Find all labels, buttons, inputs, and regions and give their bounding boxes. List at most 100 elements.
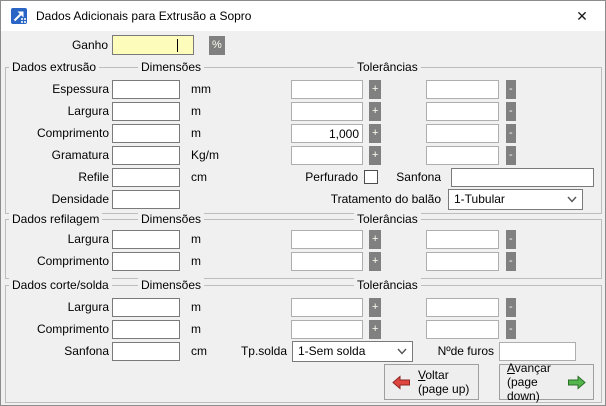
close-icon: ✕ [576, 8, 588, 25]
tp-solda-combo[interactable]: 1-Sem solda [292, 341, 413, 362]
espessura-tol-minus-input[interactable] [426, 80, 499, 99]
percent-badge: % [209, 36, 225, 55]
close-button[interactable]: ✕ [571, 5, 593, 27]
ganho-input[interactable] [112, 35, 194, 55]
perfurado-label: Perfurado [258, 168, 358, 187]
refilagem-largura-tol-plus-input[interactable] [291, 230, 363, 249]
arrow-right-icon [567, 375, 586, 390]
avancar-button[interactable]: Avançar (page down) [499, 364, 594, 400]
gramatura-label: Gramatura [8, 146, 109, 165]
titlebar: Dados Adicionais para Extrusão a Sopro ✕ [1, 1, 605, 31]
densidade-input[interactable] [112, 190, 180, 209]
gramatura-input[interactable] [112, 146, 180, 165]
largura-label: Largura [8, 102, 109, 121]
comprimento-unit-label: m [191, 124, 201, 143]
column-header-tolerancias: Tolerâncias [354, 212, 421, 227]
voltar-button[interactable]: Voltar (page up) [384, 364, 479, 400]
refilagem-largura-input[interactable] [112, 230, 180, 249]
voltar-button-text: Voltar (page up) [418, 368, 469, 396]
sanfona-input[interactable] [451, 168, 594, 187]
tratamento-balao-combo[interactable]: 1-Tubular [448, 189, 583, 210]
corte-largura-label: Largura [8, 298, 109, 317]
corte-comprimento-label: Comprimento [8, 320, 109, 339]
refilagem-comprimento-tol-minus-input[interactable] [426, 252, 499, 271]
app-icon [11, 8, 27, 24]
plus-badge: + [369, 252, 381, 271]
arrow-left-icon [392, 375, 411, 390]
refilagem-largura-tol-minus-input[interactable] [426, 230, 499, 249]
corte-sanfona-label: Sanfona [8, 342, 109, 361]
densidade-label: Densidade [8, 190, 109, 209]
voltar-label: Voltar [418, 368, 469, 382]
minus-badge: - [506, 102, 516, 121]
refilagem-comprimento-tol-plus-input[interactable] [291, 252, 363, 271]
largura-tol-plus-input[interactable] [291, 102, 363, 121]
chevron-down-icon [567, 196, 577, 203]
espessura-label: Espessura [8, 80, 109, 99]
corte-largura-tol-minus-input[interactable] [426, 298, 499, 317]
group-title: Dados refilagem [9, 212, 102, 227]
group-dados-refilagem: Dados refilagem Dimensões Tolerâncias La… [5, 219, 602, 279]
minus-badge: - [506, 146, 516, 165]
column-header-tolerancias: Tolerâncias [354, 60, 421, 75]
comprimento-input[interactable] [112, 124, 180, 143]
sanfona-label: Sanfona [351, 168, 441, 187]
plus-badge: + [369, 320, 381, 339]
largura-unit-label: m [191, 102, 201, 121]
refile-unit-label: cm [191, 168, 207, 187]
plus-badge: + [369, 298, 381, 317]
comprimento-tol-minus-input[interactable] [426, 124, 499, 143]
column-header-dimensoes: Dimensões [138, 212, 204, 227]
tratamento-balao-value: 1-Tubular [454, 192, 505, 206]
text-caret [177, 39, 178, 52]
avancar-label: Avançar [507, 361, 560, 375]
gramatura-tol-minus-input[interactable] [426, 146, 499, 165]
largura-tol-minus-input[interactable] [426, 102, 499, 121]
corte-comprimento-unit-label: m [191, 320, 201, 339]
refilagem-largura-unit-label: m [191, 230, 201, 249]
n-furos-input[interactable] [499, 342, 576, 361]
minus-badge: - [506, 230, 516, 249]
minus-badge: - [506, 252, 516, 271]
n-furos-label: Nºde furos [396, 342, 494, 361]
refilagem-comprimento-unit-label: m [191, 252, 201, 271]
window-title: Dados Adicionais para Extrusão a Sopro [36, 9, 251, 23]
corte-comprimento-input[interactable] [112, 320, 180, 339]
comprimento-label: Comprimento [8, 124, 109, 143]
minus-badge: - [506, 320, 516, 339]
minus-badge: - [506, 80, 516, 99]
corte-comprimento-tol-minus-input[interactable] [426, 320, 499, 339]
corte-sanfona-input[interactable] [112, 342, 180, 361]
dialog-dados-adicionais: Dados Adicionais para Extrusão a Sopro ✕… [0, 0, 606, 406]
corte-comprimento-tol-plus-input[interactable] [291, 320, 363, 339]
corte-largura-input[interactable] [112, 298, 180, 317]
avancar-sublabel: (page down) [507, 375, 560, 403]
refilagem-largura-label: Largura [8, 230, 109, 249]
refile-input[interactable] [112, 168, 180, 187]
ganho-label: Ganho [31, 36, 108, 55]
plus-badge: + [369, 146, 381, 165]
espessura-input[interactable] [112, 80, 180, 99]
column-header-dimensoes: Dimensões [138, 60, 204, 75]
refilagem-comprimento-label: Comprimento [8, 252, 109, 271]
espessura-tol-plus-input[interactable] [291, 80, 363, 99]
refilagem-comprimento-input[interactable] [112, 252, 180, 271]
plus-badge: + [369, 230, 381, 249]
refile-label: Refile [8, 168, 109, 187]
corte-largura-tol-plus-input[interactable] [291, 298, 363, 317]
espessura-unit-label: mm [191, 80, 211, 99]
tratamento-balao-label: Tratamento do balão [251, 190, 441, 209]
group-title: Dados extrusão [9, 60, 99, 75]
largura-input[interactable] [112, 102, 180, 121]
plus-badge: + [369, 80, 381, 99]
minus-badge: - [506, 124, 516, 143]
minus-badge: - [506, 298, 516, 317]
tp-solda-value: 1-Sem solda [298, 344, 365, 358]
plus-badge: + [369, 102, 381, 121]
corte-largura-unit-label: m [191, 298, 201, 317]
gramatura-unit-label: Kg/m [191, 146, 219, 165]
plus-badge: + [369, 124, 381, 143]
gramatura-tol-plus-input[interactable] [291, 146, 363, 165]
tp-solda-label: Tp.solda [187, 342, 287, 361]
comprimento-tol-plus-input[interactable] [291, 124, 363, 143]
